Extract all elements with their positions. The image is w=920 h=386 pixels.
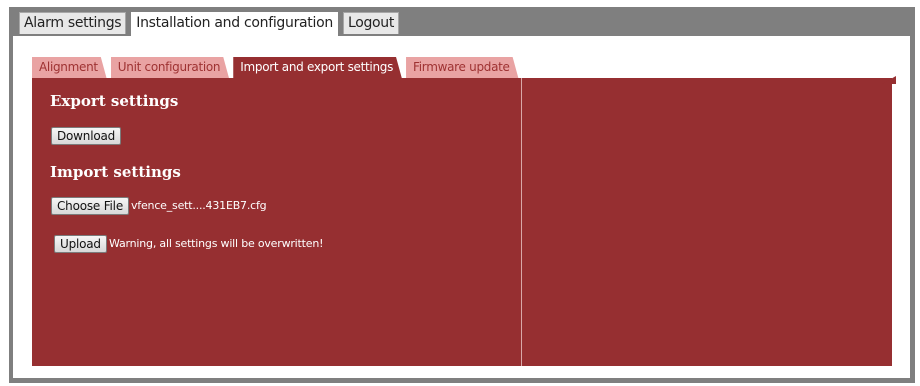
content-corner <box>882 76 896 84</box>
top-tab-bar: Alarm settings Installation and configur… <box>19 12 400 37</box>
sub-tab-bar: Alignment Unit configuration Import and … <box>32 57 519 79</box>
import-settings-title: Import settings <box>50 163 181 181</box>
overwrite-warning: Warning, all settings will be overwritte… <box>109 237 324 250</box>
export-settings-title: Export settings <box>50 92 179 110</box>
choose-file-button[interactable]: Choose File <box>51 197 129 215</box>
column-divider <box>521 78 522 366</box>
tab-logout[interactable]: Logout <box>342 12 400 34</box>
subtab-unit-configuration[interactable]: Unit configuration <box>111 57 229 79</box>
tab-alarm-settings[interactable]: Alarm settings <box>19 12 127 34</box>
subtab-alignment[interactable]: Alignment <box>32 57 107 79</box>
upload-button[interactable]: Upload <box>54 235 107 253</box>
download-button[interactable]: Download <box>51 127 122 145</box>
settings-content: Export settings Download Import settings… <box>32 76 896 366</box>
selected-file-name: vfence_sett....431EB7.cfg <box>131 199 267 212</box>
main-panel: Alignment Unit configuration Import and … <box>13 36 910 378</box>
subtab-import-export-settings[interactable]: Import and export settings <box>233 57 402 79</box>
subtab-firmware-update[interactable]: Firmware update <box>406 57 519 79</box>
tab-installation-and-configuration[interactable]: Installation and configuration <box>131 12 338 37</box>
